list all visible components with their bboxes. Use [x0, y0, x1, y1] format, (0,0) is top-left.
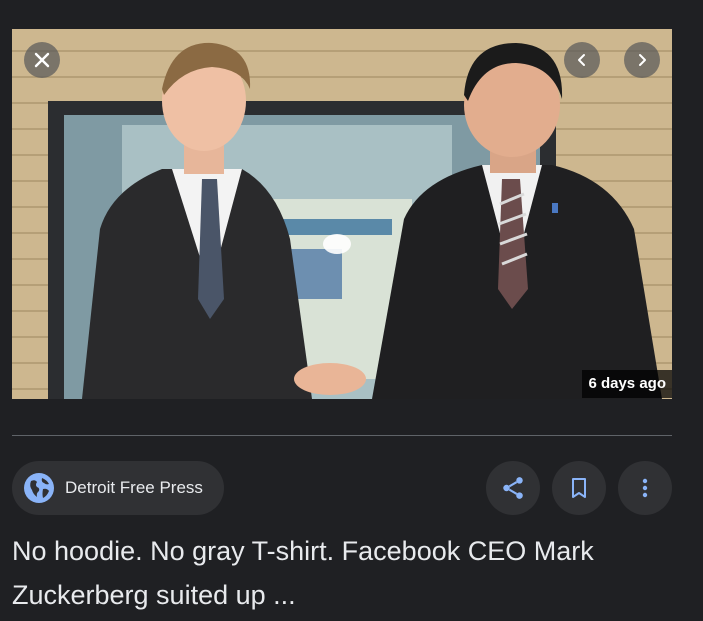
- share-button[interactable]: [486, 461, 540, 515]
- next-image-button[interactable]: [624, 42, 660, 78]
- globe-icon: [23, 472, 55, 504]
- chevron-left-icon: [578, 54, 585, 66]
- close-button[interactable]: [24, 42, 60, 78]
- more-vert-icon: [642, 478, 648, 498]
- source-chip[interactable]: Detroit Free Press: [12, 461, 224, 515]
- divider: [12, 435, 672, 436]
- chevron-right-icon: [639, 54, 646, 66]
- news-photo[interactable]: [12, 29, 672, 399]
- bookmark-icon: [572, 478, 586, 498]
- share-icon: [503, 477, 523, 499]
- previous-image-button[interactable]: [564, 42, 600, 78]
- timestamp-badge: 6 days ago: [582, 370, 672, 398]
- image-viewer: 6 days ago Detroit Free Press No hoodie.…: [0, 0, 703, 621]
- save-button[interactable]: [552, 461, 606, 515]
- source-name: Detroit Free Press: [65, 478, 203, 497]
- headline-link[interactable]: No hoodie. No gray T-shirt. Facebook CEO…: [12, 529, 692, 617]
- photo-illustration: [12, 29, 672, 399]
- close-icon: [34, 52, 50, 68]
- more-options-button[interactable]: [618, 461, 672, 515]
